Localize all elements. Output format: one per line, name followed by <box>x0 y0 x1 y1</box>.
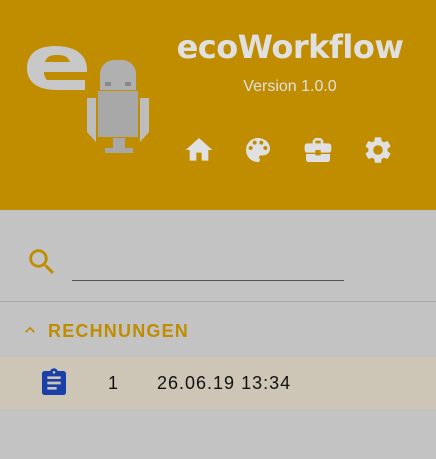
home-icon <box>185 138 213 161</box>
search-area <box>0 210 436 301</box>
search-icon <box>25 245 59 279</box>
item-datetime: 26.06.19 13:34 <box>157 373 292 393</box>
section-header-rechnungen[interactable]: RECHNUNGEN <box>0 314 436 348</box>
palette-icon <box>246 138 270 162</box>
settings-gear-icon <box>365 137 391 163</box>
ecoworkflow-logo <box>27 46 149 153</box>
item-number: 1 <box>108 373 119 393</box>
app-version: Version 1.0.0 <box>243 78 337 95</box>
app-header: ecoWorkflow Version 1.0.0 <box>0 0 436 210</box>
clipboard-icon <box>38 367 70 399</box>
list-item[interactable]: 1 26.06.19 13:34 <box>0 357 436 409</box>
theme-button[interactable] <box>241 133 275 167</box>
divider <box>0 301 436 302</box>
work-button[interactable] <box>301 133 335 167</box>
section-label: RECHNUNGEN <box>48 321 190 341</box>
briefcase-icon <box>304 138 332 162</box>
search-input[interactable] <box>72 254 344 281</box>
home-button[interactable] <box>182 133 216 167</box>
chevron-up-icon <box>20 320 40 340</box>
settings-button[interactable] <box>361 133 395 167</box>
app-title: ecoWorkflow <box>176 28 404 66</box>
